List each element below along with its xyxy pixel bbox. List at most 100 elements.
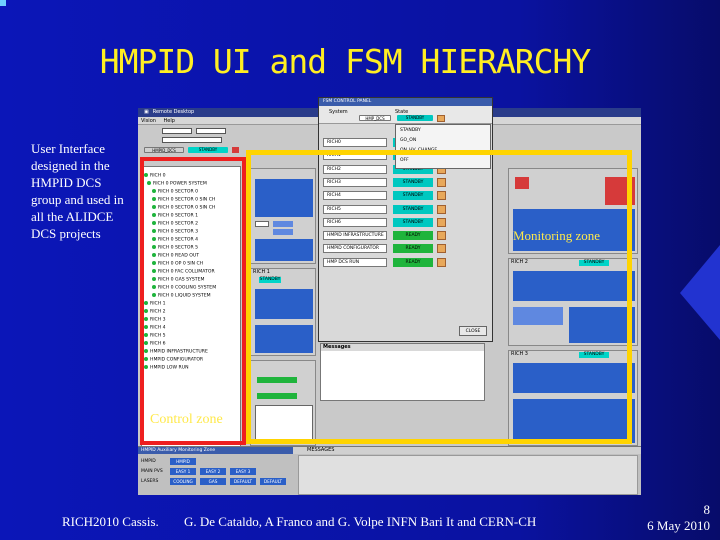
tree-item[interactable]: RICH 2 xyxy=(144,309,166,316)
fsm-row-node-button[interactable]: RICH3 xyxy=(323,177,387,187)
rich-panel-2-state[interactable]: STANDBY xyxy=(579,260,609,266)
tree-item[interactable]: HMPID INFRASTRUCTURE xyxy=(144,349,208,356)
node-field[interactable] xyxy=(196,128,226,134)
control-zone-label: Control zone xyxy=(150,412,223,427)
cell-default-1[interactable]: DEFAULT xyxy=(230,478,256,485)
window-icon: ▣ xyxy=(144,109,149,115)
rich-panel-3-title: RICH 3 xyxy=(511,351,528,357)
menu-item-vision[interactable]: Vision xyxy=(138,117,159,125)
fsm-row-state[interactable]: STANDBY xyxy=(393,177,433,187)
tree-item[interactable]: RICH 0 READ OUT xyxy=(152,253,199,260)
status-dot-icon xyxy=(152,269,156,273)
messages-header: Messages xyxy=(321,344,484,351)
tree-item[interactable]: RICH 0 SECTOR 0 xyxy=(152,189,198,196)
alarm-indicator[interactable] xyxy=(515,177,529,189)
cell-easy-1[interactable]: EASY 1 xyxy=(170,468,196,475)
fsm-row-node-button[interactable]: RICH1 xyxy=(323,151,387,161)
cell-easy-2[interactable]: EASY 2 xyxy=(200,468,226,475)
fsm-state-value[interactable]: STANDBY xyxy=(397,115,433,121)
fsm-row-state[interactable]: READY xyxy=(393,257,433,267)
tree-item[interactable]: RICH 0 FAC COLLIMATOR xyxy=(152,269,215,276)
popup-item-0[interactable]: STANDBY xyxy=(400,128,421,133)
popup-item-3[interactable]: OFF xyxy=(400,158,409,163)
tree-item[interactable]: RICH 0 OP 0 SIN CH xyxy=(152,261,203,268)
search-field[interactable] xyxy=(162,137,222,143)
rich-panel-3: RICH 3 STANDBY xyxy=(508,350,638,446)
fsm-row-state[interactable]: READY xyxy=(393,231,433,241)
lock-icon[interactable] xyxy=(437,257,446,267)
rich0-chip[interactable] xyxy=(255,221,269,227)
fsm-row-node-button[interactable]: RICH4 xyxy=(323,191,387,201)
top-state-badge[interactable]: STANDBY xyxy=(188,147,228,153)
tree-item[interactable]: RICH 0 SECTOR 3 xyxy=(152,229,198,236)
lock-icon[interactable] xyxy=(437,217,446,227)
fsm-row-node-button[interactable]: HMP DCS RUN xyxy=(323,257,387,267)
tree-item-label: RICH 0 SECTOR 0 SIN CH xyxy=(158,197,216,203)
fsm-row-node-button[interactable]: RICH5 xyxy=(323,204,387,214)
status-dot-icon xyxy=(152,221,156,225)
popup-item-1[interactable]: GO_ON xyxy=(400,138,416,143)
tree-item[interactable]: RICH 4 xyxy=(144,325,166,332)
tree-item[interactable]: RICH 0 xyxy=(144,173,166,180)
rich0-rad-bar xyxy=(273,221,293,227)
fsm-row-node-button[interactable]: RICH6 xyxy=(323,217,387,227)
tree-item[interactable]: RICH 0 SECTOR 4 xyxy=(152,237,198,244)
background-shape xyxy=(680,245,720,340)
fsm-lock-icon[interactable] xyxy=(437,115,445,122)
top-lock-icon[interactable] xyxy=(232,147,239,153)
status-dot-icon xyxy=(152,205,156,209)
rich-panel-3-state[interactable]: STANDBY xyxy=(579,352,609,358)
rich-panel-1-state[interactable]: STANDBY xyxy=(259,277,281,283)
window-title: Remote Desktop xyxy=(152,109,195,115)
fsm-row-node-button[interactable]: HMPID INFRASTRUCTURE xyxy=(323,231,387,241)
lock-icon[interactable] xyxy=(437,204,446,214)
tree-item[interactable]: RICH 5 xyxy=(144,333,166,340)
tree-item[interactable]: HMPID LOW RUN xyxy=(144,365,189,372)
tree-item[interactable]: RICH 0 COOLING SYSTEM xyxy=(152,285,216,292)
fsm-row-state[interactable]: STANDBY xyxy=(393,217,433,227)
fsm-row-state[interactable]: STANDBY xyxy=(393,191,433,201)
fsm-tree[interactable]: RICH 0 RICH 0 POWER SYSTEM RICH 0 SECTOR 0… xyxy=(141,166,241,488)
status-dot-icon xyxy=(152,277,156,281)
fsm-row-node-button[interactable]: HMPID CONFIGURATOR xyxy=(323,244,387,254)
tree-item[interactable]: RICH 0 SECTOR 1 xyxy=(152,213,198,220)
tree-item[interactable]: RICH 3 xyxy=(144,317,166,324)
tree-item[interactable]: RICH 0 SECTOR 5 xyxy=(152,245,198,252)
tree-item[interactable]: RICH 0 SECTOR 0 SIN CH xyxy=(152,205,215,212)
cell-cooling[interactable]: COOLING xyxy=(170,478,196,485)
fsm-row-node-button[interactable]: RICH0 xyxy=(323,138,387,147)
status-dot-icon xyxy=(152,293,156,297)
lock-icon[interactable] xyxy=(437,177,446,187)
lock-icon[interactable] xyxy=(437,231,446,241)
status-dot-icon xyxy=(144,357,148,361)
top-controls: HMPID_DCS STANDBY xyxy=(138,125,318,165)
menu-item-help[interactable]: Help xyxy=(161,117,178,125)
tree-item-label: RICH 0 READ OUT xyxy=(158,253,200,259)
rich0-lv-block xyxy=(255,239,313,261)
tree-item[interactable]: RICH 0 POWER SYSTEM xyxy=(147,181,207,188)
lock-icon[interactable] xyxy=(437,244,446,254)
tree-item[interactable]: RICH 0 GAS SYSTEM xyxy=(152,277,204,284)
cell-easy-3[interactable]: EASY 3 xyxy=(230,468,256,475)
fsm-row-state[interactable]: STANDBY xyxy=(393,204,433,214)
cell-default-2[interactable]: DEFAULT xyxy=(260,478,286,485)
rich-panel-left-bottom xyxy=(250,360,316,446)
tree-item[interactable]: RICH 0 SECTOR 2 xyxy=(152,221,198,228)
cell-hmpid[interactable]: HMPID xyxy=(170,458,196,465)
tree-item[interactable]: RICH 0 LIQUID SYSTEM xyxy=(152,293,211,300)
tree-item[interactable]: RICH 1 xyxy=(144,301,166,308)
system-field[interactable] xyxy=(162,128,192,134)
cell-gas[interactable]: GAS xyxy=(200,478,226,485)
lock-icon[interactable] xyxy=(437,191,446,201)
fsm-row-state[interactable]: READY xyxy=(393,244,433,254)
side-description: User Interface designed in the HMPID DCS… xyxy=(31,141,124,241)
tree-item[interactable]: HMPID CONFIGURATOR xyxy=(144,357,203,364)
bottom-messages-body xyxy=(298,455,638,495)
close-button[interactable]: CLOSE xyxy=(459,326,487,336)
popup-item-2[interactable]: ON_HV_CHANGE xyxy=(400,148,437,153)
footer-authors: G. De Cataldo, A Franco and G. Volpe INF… xyxy=(184,514,537,529)
tree-item[interactable]: RICH 0 SECTOR 0 SIN CH xyxy=(152,197,215,204)
fsm-row-node-button[interactable]: RICH2 xyxy=(323,164,387,174)
fsm-row: HMPID CONFIGURATOR READY xyxy=(323,244,463,254)
tree-item[interactable]: RICH 6 xyxy=(144,341,166,348)
